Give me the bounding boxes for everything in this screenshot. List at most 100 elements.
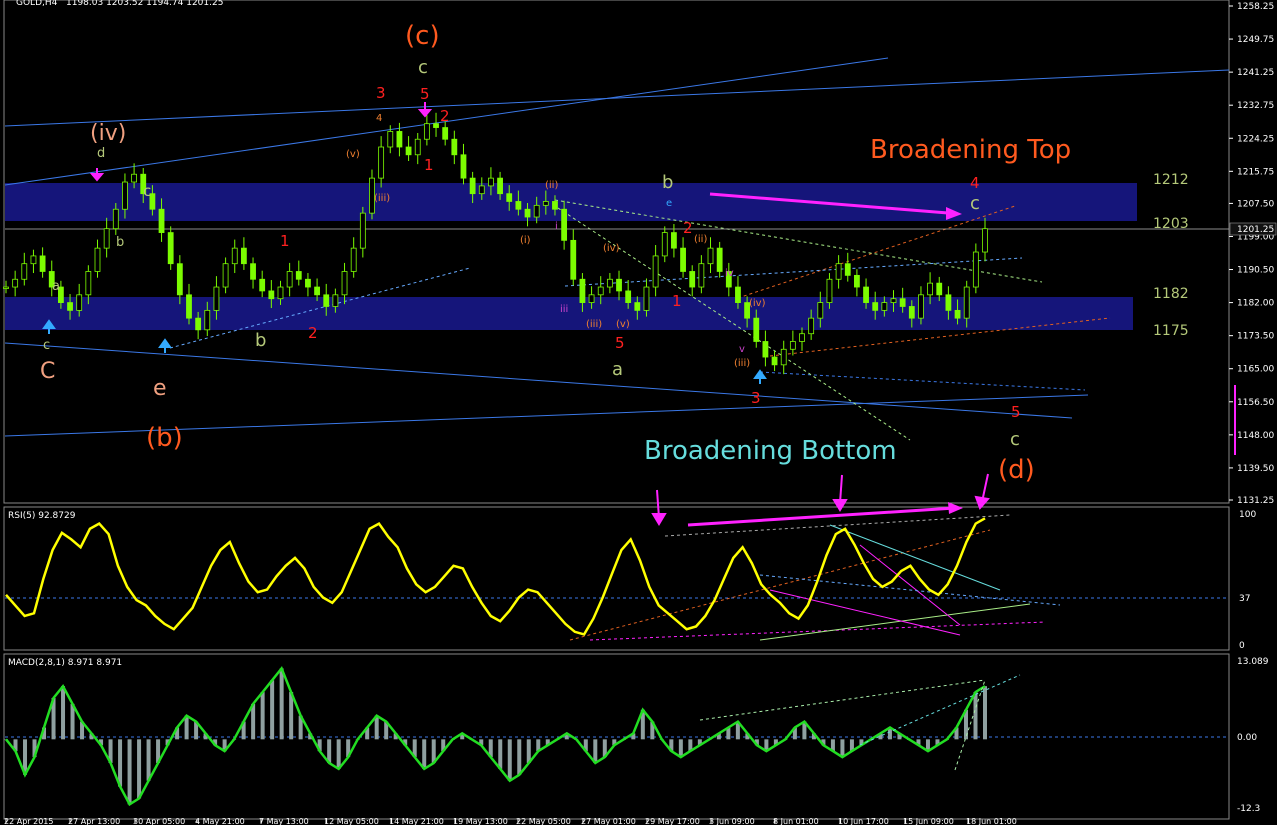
wave-label: (ii) <box>694 234 707 245</box>
candle-body <box>478 185 485 195</box>
wave-label: 4 <box>970 174 980 192</box>
time-tick-3: 4 May 21:00 <box>195 817 245 825</box>
candle-body <box>222 263 229 288</box>
candle-body <box>918 294 924 319</box>
price-tick-2: 1241.25 <box>1237 68 1274 78</box>
wave-label: (b) <box>146 423 183 453</box>
candle-body <box>606 278 613 288</box>
candle-body <box>936 282 943 296</box>
candle-body <box>753 317 760 342</box>
macd-tick-top: 13.089 <box>1237 657 1269 667</box>
candle-body <box>634 302 641 311</box>
candle-body <box>661 232 668 257</box>
candle-body <box>359 212 366 249</box>
price-tick-6: 1207.50 <box>1237 199 1274 209</box>
candle-body <box>616 278 622 292</box>
wave-label: (i) <box>520 235 531 246</box>
time-tick-6: 14 May 21:00 <box>389 817 444 825</box>
candle-body <box>808 317 815 335</box>
price-tick-4: 1224.25 <box>1237 134 1274 144</box>
candle-body <box>268 290 275 300</box>
rsi-axis-ticks: 100 37 0 <box>1239 510 1256 651</box>
wave-label: v <box>739 344 745 355</box>
price-tick-15: 1131.25 <box>1237 496 1274 506</box>
candle-body <box>240 247 247 265</box>
candle-body <box>158 208 165 233</box>
candle-body <box>872 302 879 311</box>
candle-body <box>863 286 869 303</box>
price-tick-0: 1258.25 <box>1237 2 1274 12</box>
wave-label: (iv) <box>603 243 620 254</box>
macd-axis-ticks: 13.089 0.00 -12.3 <box>1237 657 1269 814</box>
candle-body <box>844 263 851 276</box>
candle-body <box>186 294 192 319</box>
candle-body <box>515 201 522 210</box>
macd-bar <box>507 739 512 781</box>
candle-body <box>579 278 586 303</box>
support-zone <box>5 297 1133 330</box>
wave-label: (iii) <box>374 193 390 204</box>
time-tick-10: 29 May 17:00 <box>645 817 700 825</box>
candle-body <box>488 177 494 187</box>
wave-label: b <box>662 172 673 193</box>
zone-label-1175: 1175 <box>1153 323 1189 339</box>
time-tick-12: 8 Jun 01:00 <box>773 817 819 825</box>
candle-body <box>817 302 824 319</box>
candle-body <box>707 247 714 265</box>
candle-body <box>945 294 952 311</box>
candle-body <box>652 255 659 288</box>
candle-body <box>597 286 604 296</box>
wave-label: e <box>153 376 167 401</box>
candle-body <box>451 138 458 156</box>
rsi-tick-0: 0 <box>1239 641 1245 651</box>
candle-body <box>927 282 934 296</box>
macd-bar <box>279 668 284 740</box>
price-tick-3: 1232.75 <box>1237 101 1274 111</box>
wave-label: 5 <box>1011 403 1021 421</box>
wave-label: Broadening Bottom <box>644 436 897 466</box>
candle-body <box>250 263 256 280</box>
candle-body <box>433 123 439 128</box>
macd-bar <box>270 680 275 740</box>
candle-body <box>12 278 19 288</box>
wave-label: (iii) <box>586 319 602 330</box>
wave-label: (d) <box>998 455 1035 485</box>
resistance-zone <box>5 183 1137 221</box>
wave-label: 5 <box>420 85 430 103</box>
candle-body <box>67 302 73 311</box>
candle-body <box>524 208 531 218</box>
wave-label: c <box>418 57 428 78</box>
candle-body <box>332 294 339 307</box>
candle-body <box>167 232 174 265</box>
candle-body <box>972 251 979 288</box>
macd-bar <box>517 739 522 775</box>
time-tick-13: 10 Jun 17:00 <box>838 817 889 825</box>
candle-body <box>835 263 842 280</box>
candle-body <box>305 278 311 288</box>
macd-bar <box>336 739 341 769</box>
macd-bar <box>678 739 683 758</box>
price-tick-10: 1173.50 <box>1237 332 1274 342</box>
candle-body <box>387 131 394 148</box>
candle-body <box>21 263 28 280</box>
candle-body <box>698 263 705 288</box>
candle-body <box>982 228 988 253</box>
wave-label: (c) <box>405 21 440 51</box>
candle-body <box>176 263 183 296</box>
macd-bar <box>118 739 123 787</box>
candle-body <box>460 154 467 179</box>
candle-body <box>588 294 595 303</box>
candle-body <box>30 255 37 265</box>
candle-body <box>323 294 330 307</box>
wave-label: iii <box>560 304 568 315</box>
zone-label-1182: 1182 <box>1153 286 1189 302</box>
candle-body <box>570 239 577 280</box>
candle-body <box>103 228 110 249</box>
zone-label-1212: 1212 <box>1153 172 1189 188</box>
candle-body <box>231 247 238 265</box>
time-tick-14: 15 Jun 09:00 <box>903 817 954 825</box>
candle-body <box>789 341 796 350</box>
wave-label: 1 <box>672 292 682 310</box>
candle-body <box>689 271 696 288</box>
price-tick-14: 1139.50 <box>1237 464 1274 474</box>
